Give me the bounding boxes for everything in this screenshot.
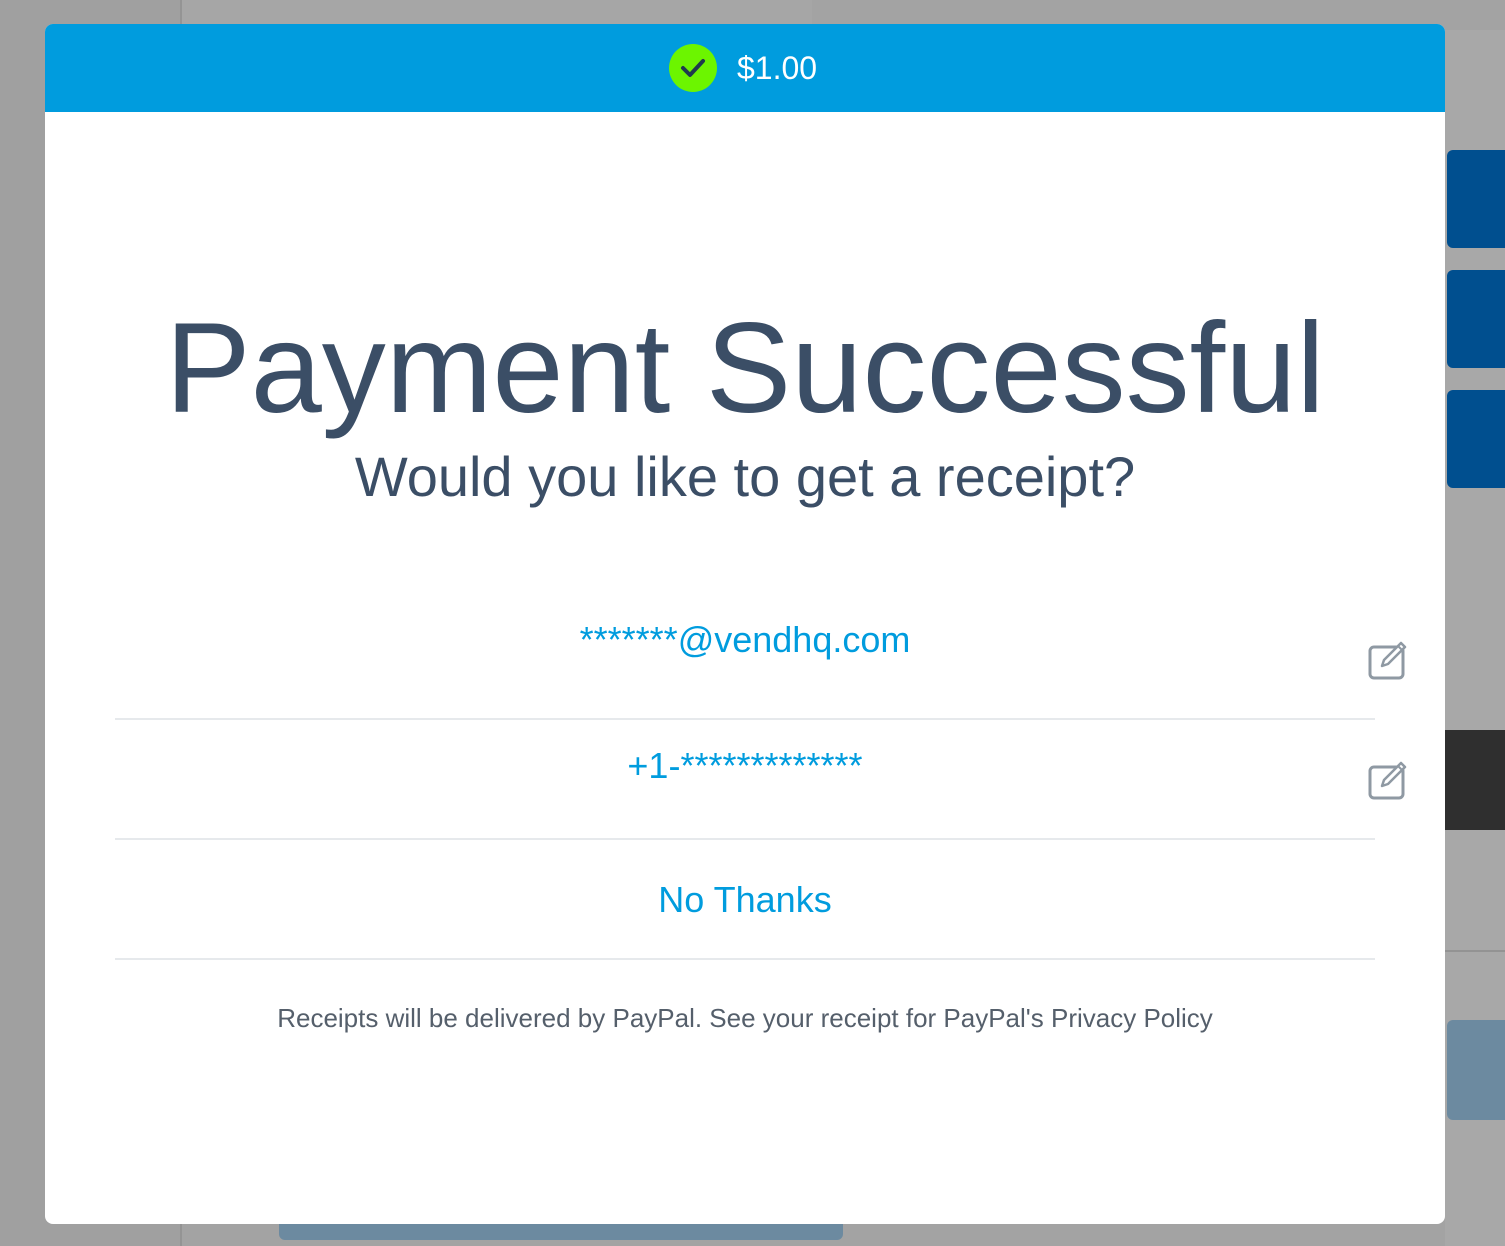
sms-receipt-option[interactable]: +1-*************	[115, 718, 1375, 840]
receipt-prompt: Would you like to get a receipt?	[354, 445, 1136, 508]
edit-phone-icon[interactable]	[1367, 758, 1409, 800]
email-receipt-label[interactable]: *******@vendhq.com	[115, 580, 1375, 700]
modal-header: $1.00	[45, 24, 1445, 112]
sms-receipt-label[interactable]: +1-*************	[115, 706, 1375, 826]
privacy-note: Receipts will be delivered by PayPal. Se…	[277, 1003, 1213, 1033]
payment-success-modal: $1.00 Payment Successful Would you like …	[45, 24, 1445, 1224]
background-header	[182, 0, 812, 24]
no-thanks-button[interactable]: No Thanks	[115, 840, 1375, 960]
background-button	[1447, 390, 1505, 488]
background-button	[1447, 270, 1505, 368]
payment-amount: $1.00	[737, 50, 818, 86]
edit-email-icon[interactable]	[1367, 638, 1409, 680]
email-receipt-option[interactable]: *******@vendhq.com	[115, 598, 1375, 720]
check-circle-icon	[669, 44, 717, 92]
screen: $1.00 Payment Successful Would you like …	[0, 0, 1505, 1246]
page-title: Payment Successful	[165, 297, 1325, 440]
background-button	[1447, 150, 1505, 248]
background-divider	[1445, 950, 1505, 952]
background-dark-block	[1445, 730, 1505, 830]
no-thanks-option[interactable]: No Thanks	[115, 838, 1375, 960]
background-button	[1447, 1020, 1505, 1120]
